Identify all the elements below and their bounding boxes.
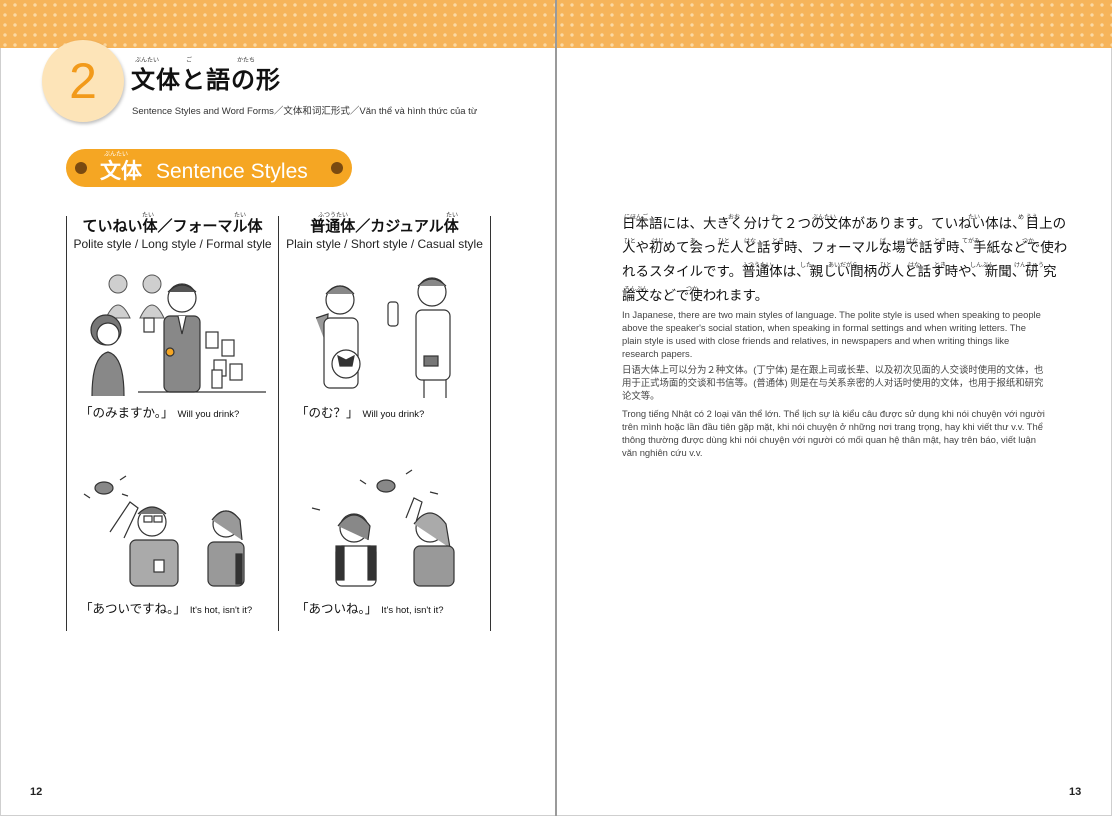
dotted-header-band-right	[557, 0, 1112, 48]
column-divider-left	[66, 216, 67, 631]
jp-line-4-wrap: ろんぶん つか 論文などで使われます。	[622, 284, 1047, 308]
polite-style-subheading: Polite style / Long style / Formal style	[73, 237, 272, 251]
polite-drink-jp: 「のみますか。」	[80, 405, 174, 420]
ruby-3-8: けんきゅう	[1014, 262, 1045, 269]
ruby-2-3: あ	[690, 238, 697, 245]
polite-hot-caption: 「あついですね。」 It's hot, isn't it?	[80, 598, 252, 617]
ruby-2-11: つか	[1022, 238, 1035, 245]
ruby-3-4: ひと	[880, 262, 892, 269]
plain-style-heading: 普通体／カジュアル体	[310, 217, 459, 235]
ruby-2-10: てがみ	[962, 238, 981, 245]
casual-drink-caption: 「のむ？」 Will you drink?	[296, 402, 424, 421]
ruby-4-1: ろんぶん	[624, 286, 649, 293]
ruby-3-1: ふつうたい	[742, 262, 773, 269]
casual-hot-illustration	[311, 469, 455, 587]
casual-drink-en: Will you drink?	[362, 409, 425, 420]
jp-line-1-wrap: にほんご おお わ ぶんたい たい め うえ 日本語には、大きく分けて２つの文体…	[622, 212, 1066, 236]
formal-drink-illustration	[90, 274, 266, 396]
chapter-badge: 2	[42, 40, 124, 122]
formal-hot-illustration	[83, 475, 245, 587]
ruby-2-5: はな	[744, 238, 757, 245]
ruby-1-5: たい	[968, 214, 981, 221]
polite-style-heading: ていねい体／フォーマル体	[82, 217, 263, 235]
ruby-2-7: ば	[880, 238, 887, 245]
column-divider-middle	[278, 216, 279, 631]
japanese-explanation: にほんご おお わ ぶんたい たい め うえ 日本語には、大きく分けて２つの文体…	[622, 212, 1067, 308]
ruby-2-9: とき	[934, 238, 947, 245]
ruby-2-6: とき	[772, 238, 785, 245]
pill-dot-right-icon	[331, 162, 343, 174]
casual-drink-illustration	[315, 277, 451, 398]
section-label: Sentence Styles	[156, 160, 308, 183]
ruby-1-3: わ	[772, 214, 779, 221]
chapter-number: 2	[69, 53, 97, 109]
ruby-3-5: はな	[908, 262, 921, 269]
casual-hot-en: It's hot, isn't it?	[381, 605, 444, 616]
polite-hot-en: It's hot, isn't it?	[189, 605, 253, 616]
ruby-2-8: はな	[906, 238, 919, 245]
section-kanji: 文体	[100, 159, 142, 183]
ruby-1-2: おお	[728, 214, 741, 221]
casual-drink-jp: 「のむ？」	[296, 405, 359, 420]
ruby-2-2: はじ	[652, 238, 665, 245]
chapter-subtitle: Sentence Styles and Word Forms／文体和词汇形式／V…	[132, 106, 478, 117]
page-number-right: 13	[1069, 786, 1082, 798]
ruby-4-2: つか	[686, 286, 699, 293]
polite-drink-en: Will you drink?	[177, 409, 240, 420]
page-number-left: 12	[30, 786, 43, 798]
pill-dot-left-icon	[75, 162, 87, 174]
ruby-1-6: め うえ	[1018, 214, 1038, 221]
plain-style-subheading: Plain style / Short style / Casual style	[286, 237, 483, 251]
section-heading: 文体 Sentence Styles	[100, 155, 308, 185]
ruby-1-1: にほんご	[624, 214, 649, 221]
polite-hot-jp: 「あついですね。」	[80, 601, 186, 616]
left-page: 2 ぶんたい ご かたち 文体と語の形 Sentence Styles and …	[0, 0, 556, 816]
ruby-3-6: とき	[934, 262, 947, 269]
ruby-2-4: ひと	[718, 238, 730, 245]
vietnamese-explanation: Trong tiếng Nhật có 2 loại văn thể lớn. …	[622, 408, 1045, 458]
ruby-3-2: した	[800, 262, 813, 269]
column-divider-right	[490, 216, 491, 631]
ruby-3-3: あいだがら	[828, 262, 859, 269]
chapter-title: 文体と語の形	[131, 66, 281, 94]
ruby-3-7: しんぶん	[970, 262, 995, 269]
ruby-1-4: ぶんたい	[812, 214, 837, 221]
english-explanation: In Japanese, there are two main styles o…	[622, 309, 1041, 359]
casual-hot-jp: 「あついね。」	[296, 601, 378, 616]
casual-hot-caption: 「あついね。」 It's hot, isn't it?	[296, 598, 444, 617]
polite-drink-caption: 「のみますか。」 Will you drink?	[80, 402, 239, 421]
chinese-explanation: 日语大体上可以分为２种文体。(丁宁体) 是在跟上司或长辈、以及初次见面的人交谈时…	[622, 364, 1044, 401]
ruby-2-1: ひと	[624, 238, 636, 245]
section-heading-pill: ぶんたい 文体 Sentence Styles	[66, 149, 352, 187]
